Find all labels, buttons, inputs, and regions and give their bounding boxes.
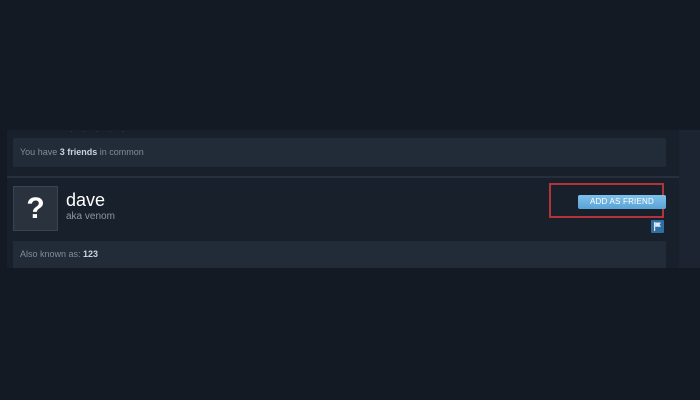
friends-in-common-suffix: in common <box>97 147 144 157</box>
also-known-as-label: Also known as: <box>20 249 84 259</box>
section-divider <box>7 176 679 178</box>
avatar[interactable]: ? <box>13 186 58 231</box>
faint-decoration: · · · · · <box>70 130 130 133</box>
also-known-as-value: 123 <box>83 249 99 259</box>
persona-name[interactable]: dave <box>66 190 105 210</box>
also-known-as-box: Also known as: 123 <box>13 241 666 268</box>
add-as-friend-button[interactable]: ADD AS FRIEND <box>578 195 666 209</box>
right-rail <box>679 130 700 268</box>
friends-in-common-prefix: You have <box>20 147 60 157</box>
aka-name: aka venom <box>66 211 115 222</box>
flag-icon <box>654 222 661 231</box>
friends-in-common-count[interactable]: 3 friends <box>60 147 98 157</box>
report-flag-button[interactable] <box>651 220 664 233</box>
friends-in-common-box[interactable]: You have 3 friends in common <box>13 138 666 167</box>
question-mark-avatar-icon: ? <box>26 191 45 225</box>
